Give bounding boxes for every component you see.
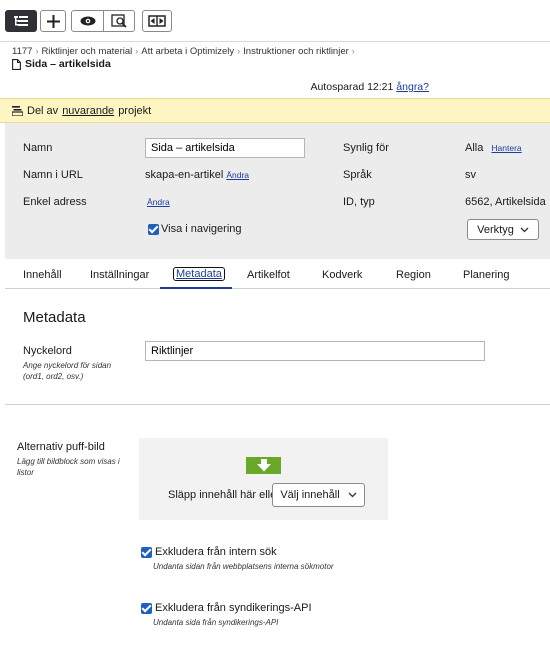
project-suffix: projekt <box>118 104 152 117</box>
page-title: Sida – artikelsida <box>12 58 111 70</box>
checkbox-checked-icon[interactable] <box>148 223 159 235</box>
eye-icon <box>80 16 95 26</box>
alt-puff-image-help: Lägg till bildblock som visas i listor <box>17 457 120 477</box>
breadcrumb-item[interactable]: Instruktioner och riktlinjer <box>243 46 349 57</box>
name-label: Namn <box>23 142 53 154</box>
manage-access-link[interactable]: Hantera <box>491 143 521 153</box>
current-project-link[interactable]: nuvarande <box>62 105 114 117</box>
breadcrumb: 1177 › Riktlinjer och material › Att arbeta … <box>12 46 358 57</box>
page-title-text: Sida – artikelsida <box>25 58 111 70</box>
page-icon <box>12 58 21 70</box>
show-in-navigation-checkbox[interactable]: Visa i navigering <box>148 223 242 235</box>
view-button-group <box>71 10 135 32</box>
keyword-label: Nyckelord <box>23 345 72 357</box>
tab-article-footer[interactable]: Artikelfot <box>247 269 290 281</box>
keyword-help: Ange nyckelord för sidan (ord1, ord2, os… <box>23 361 112 381</box>
url-name-label: Namn i URL <box>23 169 83 181</box>
chevron-right-icon: › <box>135 46 139 56</box>
id-type-label: ID, typ <box>343 196 375 208</box>
compare-button[interactable] <box>142 10 172 32</box>
checkbox-checked-icon[interactable] <box>141 602 152 614</box>
exclude-search-help: Undanta sidan från webbplatsens interna … <box>153 562 334 571</box>
tab-code-system[interactable]: Kodverk <box>322 269 362 281</box>
tree-toggle-button[interactable] <box>5 10 37 32</box>
active-tab-indicator <box>160 287 232 289</box>
compare-icon <box>148 15 166 27</box>
chevron-right-icon: › <box>237 46 241 56</box>
simple-address-label: Enkel adress <box>23 196 87 208</box>
exclude-search-checkbox[interactable]: Exkludera från intern sök <box>141 546 277 558</box>
exclude-api-help: Undanta sida från syndikerings-API <box>153 618 279 627</box>
preview-icon <box>111 14 127 28</box>
url-name-text: skapa-en-artikel <box>145 169 224 181</box>
url-name-value: skapa-en-artikel Ändra <box>145 169 249 181</box>
exclude-api-label: Exkludera från syndikerings-API <box>155 602 312 614</box>
choose-content-button[interactable]: Välj innehåll <box>272 483 365 507</box>
change-simple-address-link[interactable]: Ändra <box>147 197 170 207</box>
visible-for-value: Alla Hantera <box>465 142 522 154</box>
tab-content[interactable]: Innehåll <box>23 269 62 281</box>
keyword-input[interactable] <box>145 341 485 361</box>
top-toolbar <box>0 0 550 42</box>
tools-label: Verktyg <box>477 223 514 236</box>
tab-settings[interactable]: Inställningar <box>90 269 149 281</box>
change-url-link[interactable]: Ändra <box>226 170 249 180</box>
show-in-navigation-label: Visa i navigering <box>161 223 242 235</box>
project-bar: Del av nuvarande projekt <box>0 98 550 123</box>
exclude-api-checkbox[interactable]: Exkludera från syndikerings-API <box>141 602 312 614</box>
exclude-search-label: Exkludera från intern sök <box>155 546 277 558</box>
project-prefix: Del av <box>27 104 59 117</box>
tab-bar: Innehåll Inställningar Metadata Artikelf… <box>5 259 550 289</box>
autosave-status: Autosparad 12:21 ångra? <box>310 81 429 93</box>
chevron-down-icon <box>520 227 529 232</box>
undo-link[interactable]: ångra? <box>396 81 429 93</box>
autosave-text: Autosparad 12:21 <box>310 81 394 93</box>
chevron-right-icon: › <box>351 46 355 56</box>
tab-region[interactable]: Region <box>396 269 431 281</box>
tools-dropdown-button[interactable]: Verktyg <box>467 219 539 240</box>
language-label: Språk <box>343 169 372 181</box>
divider <box>5 404 550 405</box>
project-icon <box>12 105 23 116</box>
tab-planning[interactable]: Planering <box>463 269 509 281</box>
drop-text: Släpp innehåll här eller <box>168 489 280 501</box>
language-value: sv <box>465 169 476 181</box>
breadcrumb-item[interactable]: Att arbeta i Optimizely <box>141 46 234 57</box>
page-properties-panel: Namn Namn i URL skapa-en-artikel Ändra E… <box>5 123 550 259</box>
content-dropzone[interactable]: Släpp innehåll här eller Välj innehåll <box>139 438 388 520</box>
id-type-value: 6562, Artikelsida <box>465 196 546 208</box>
breadcrumb-item[interactable]: Riktlinjer och material <box>41 46 132 57</box>
visible-for-text: Alla <box>465 142 484 154</box>
alt-puff-image-label: Alternativ puff-bild <box>17 441 105 453</box>
chevron-down-icon <box>348 492 357 498</box>
tree-icon <box>14 16 28 26</box>
chevron-right-icon: › <box>35 46 39 56</box>
drop-arrow-icon <box>246 457 281 474</box>
add-button[interactable] <box>40 10 66 32</box>
checkbox-checked-icon[interactable] <box>141 546 152 558</box>
visible-for-label: Synlig för <box>343 142 389 154</box>
preview-button[interactable] <box>72 11 103 31</box>
tab-metadata[interactable]: Metadata <box>173 267 225 281</box>
view-on-site-button[interactable] <box>103 11 134 31</box>
choose-content-label: Välj innehåll <box>280 489 340 501</box>
breadcrumb-item[interactable]: 1177 <box>12 46 32 57</box>
plus-icon <box>46 14 60 28</box>
section-title: Metadata <box>23 309 86 326</box>
name-input[interactable] <box>145 138 305 158</box>
